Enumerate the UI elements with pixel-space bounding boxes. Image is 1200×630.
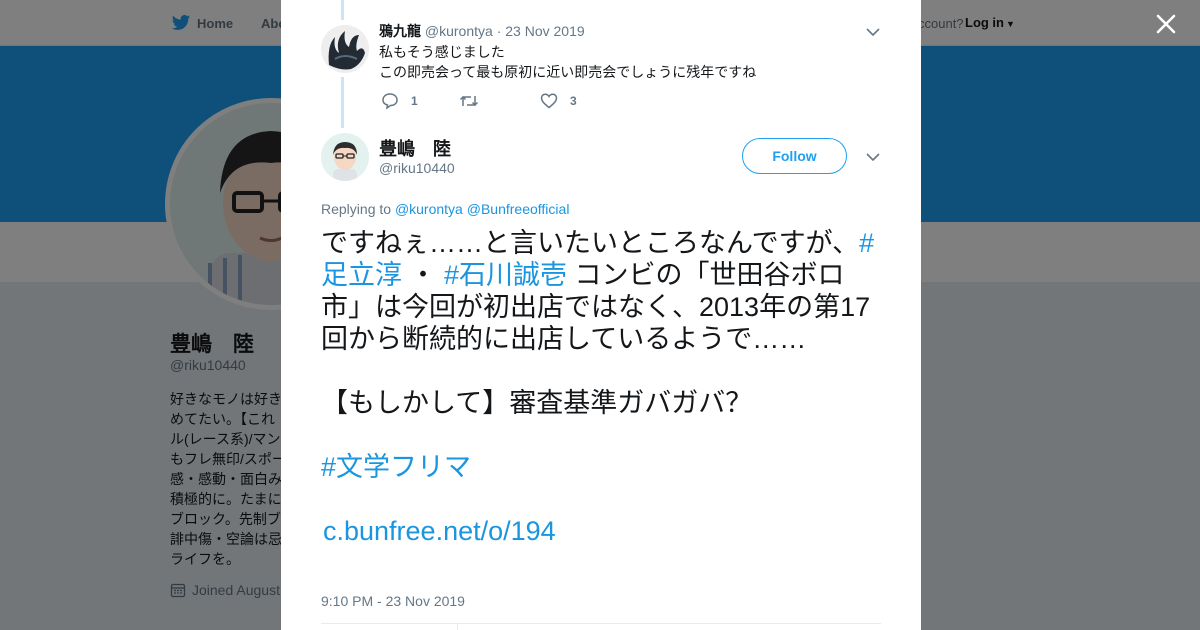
reply-avatar-image — [321, 25, 369, 73]
reply-header: 鴉九龍 @kurontya · 23 Nov 2019 — [379, 22, 585, 40]
main-tweet-text: ですねぇ……と言いたいところなんですが、#足立淳 ・ #石川誠壱 コンビの「世田… — [321, 227, 881, 547]
reply-date[interactable]: 23 Nov 2019 — [505, 23, 584, 39]
main-author-handle[interactable]: @riku10440 — [379, 160, 455, 176]
tweet-url-link[interactable]: c.bunfree.net/o/194 — [321, 515, 881, 547]
tweet-paragraph: ですねぇ……と言いたいところなんですが、#足立淳 ・ #石川誠壱 コンビの「世田… — [321, 227, 881, 355]
reply-avatar[interactable] — [321, 25, 369, 73]
tweet-paragraph: 【もしかして】審査基準ガバガバ？ — [321, 388, 753, 418]
replying-to-line: Replying to @kurontya @Bunfreeofficial — [321, 201, 569, 217]
retweet-icon — [459, 95, 479, 107]
reply-chevron-down-icon[interactable] — [866, 27, 880, 37]
tweet-text-segment: ・ — [402, 260, 445, 290]
reply-text: 私もそう感じました この即売会って最も原初に近い即売会でしょうに残年ですね — [379, 44, 757, 80]
reply-count: 1 — [411, 94, 418, 108]
main-chevron-down-icon[interactable] — [866, 152, 880, 162]
stats-divider — [321, 623, 881, 624]
replying-mention[interactable]: @Bunfreeofficial — [467, 201, 570, 217]
main-avatar[interactable] — [321, 133, 369, 181]
reply-author-name[interactable]: 鴉九龍 — [379, 23, 421, 39]
retweet-button[interactable] — [459, 92, 540, 110]
replying-mention[interactable]: @kurontya — [395, 201, 463, 217]
like-count: 3 — [570, 94, 577, 108]
main-author-name[interactable]: 豊嶋 陸 — [379, 135, 451, 161]
replying-prefix: Replying to — [321, 201, 392, 217]
heart-icon — [540, 93, 558, 109]
hashtag-link[interactable]: #石川誠壱 — [444, 260, 567, 290]
close-icon[interactable] — [1152, 10, 1180, 38]
reply-icon — [382, 93, 398, 110]
thread-connector — [341, 0, 344, 20]
reply-action-bar: 1 3 — [381, 91, 577, 111]
tweet-timestamp[interactable]: 9:10 PM - 23 Nov 2019 — [321, 593, 465, 609]
thread-connector-lower — [341, 77, 344, 128]
tweet-text-segment: ですねぇ……と言いたいところなんですが、 — [321, 228, 860, 258]
main-avatar-image — [321, 133, 369, 181]
like-button[interactable]: 3 — [540, 92, 577, 110]
hashtag-link[interactable]: #文学フリマ — [321, 451, 881, 483]
reply-separator: · — [496, 23, 502, 39]
follow-button[interactable]: Follow — [742, 138, 847, 174]
reply-author-handle[interactable]: @kurontya — [425, 23, 493, 39]
reply-button[interactable]: 1 — [381, 92, 459, 110]
stats-column-divider — [457, 623, 458, 630]
